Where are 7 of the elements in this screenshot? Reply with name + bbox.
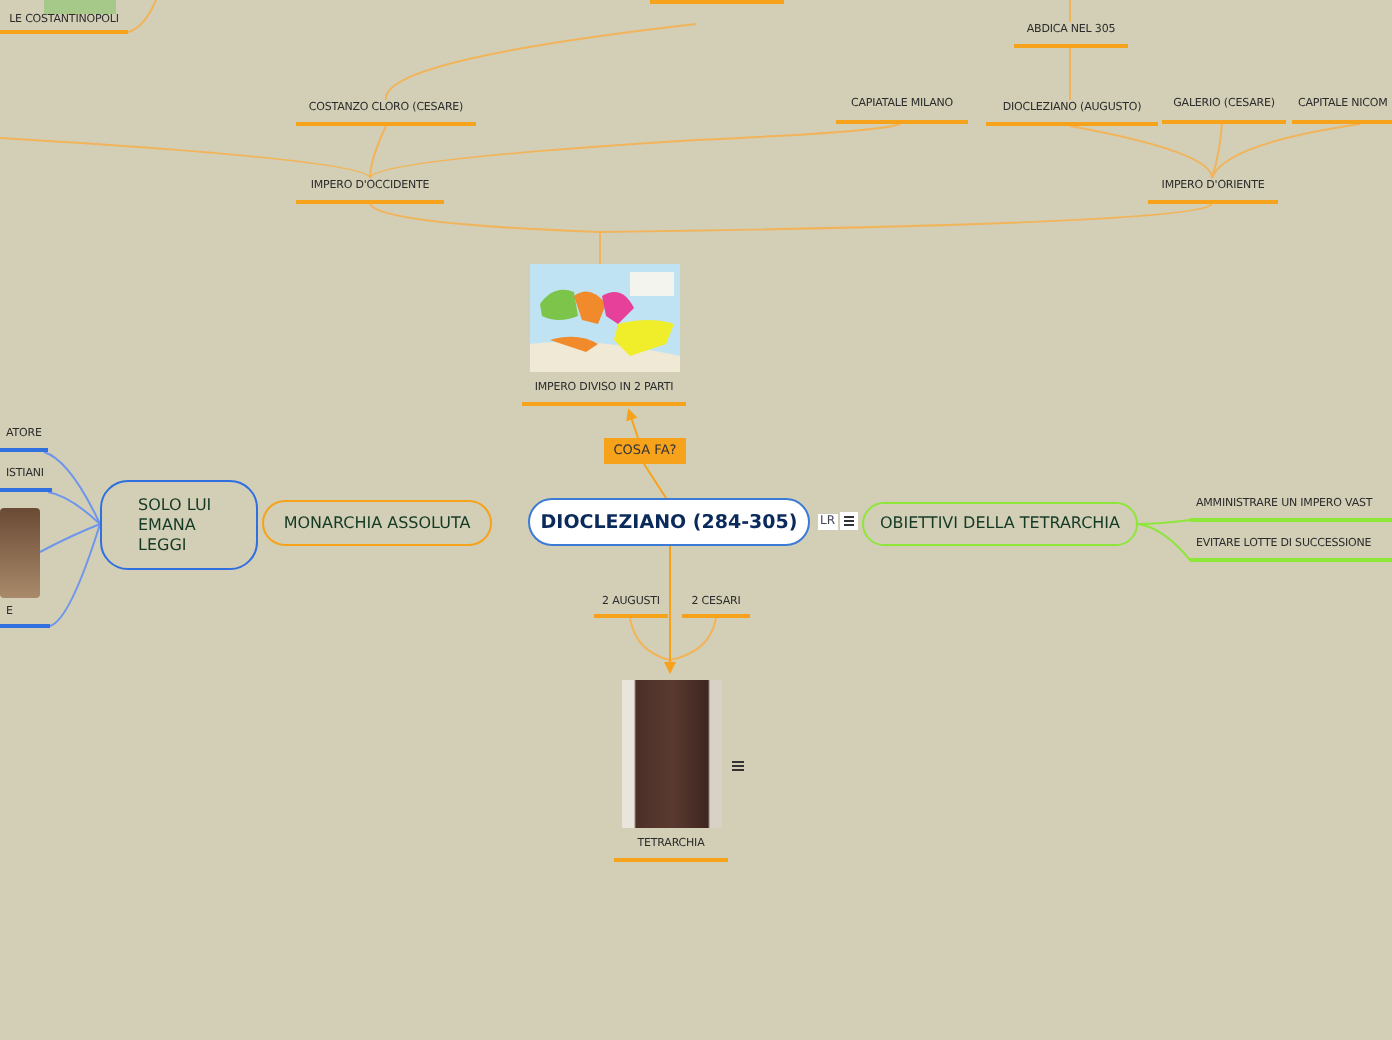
subtopic-node[interactable]: SOLO LUI EMANA LEGGI [100,480,258,570]
photo-placeholder [0,508,40,598]
notes-icon[interactable] [732,760,744,772]
notes-icon[interactable] [840,512,858,530]
subtopic-node[interactable]: OBIETTIVI DELLA TETRARCHIA [862,502,1138,546]
central-topic[interactable]: DIOCLEZIANO (284-305) [528,498,810,546]
subtopic-node[interactable]: MONARCHIA ASSOLUTA [262,500,492,546]
